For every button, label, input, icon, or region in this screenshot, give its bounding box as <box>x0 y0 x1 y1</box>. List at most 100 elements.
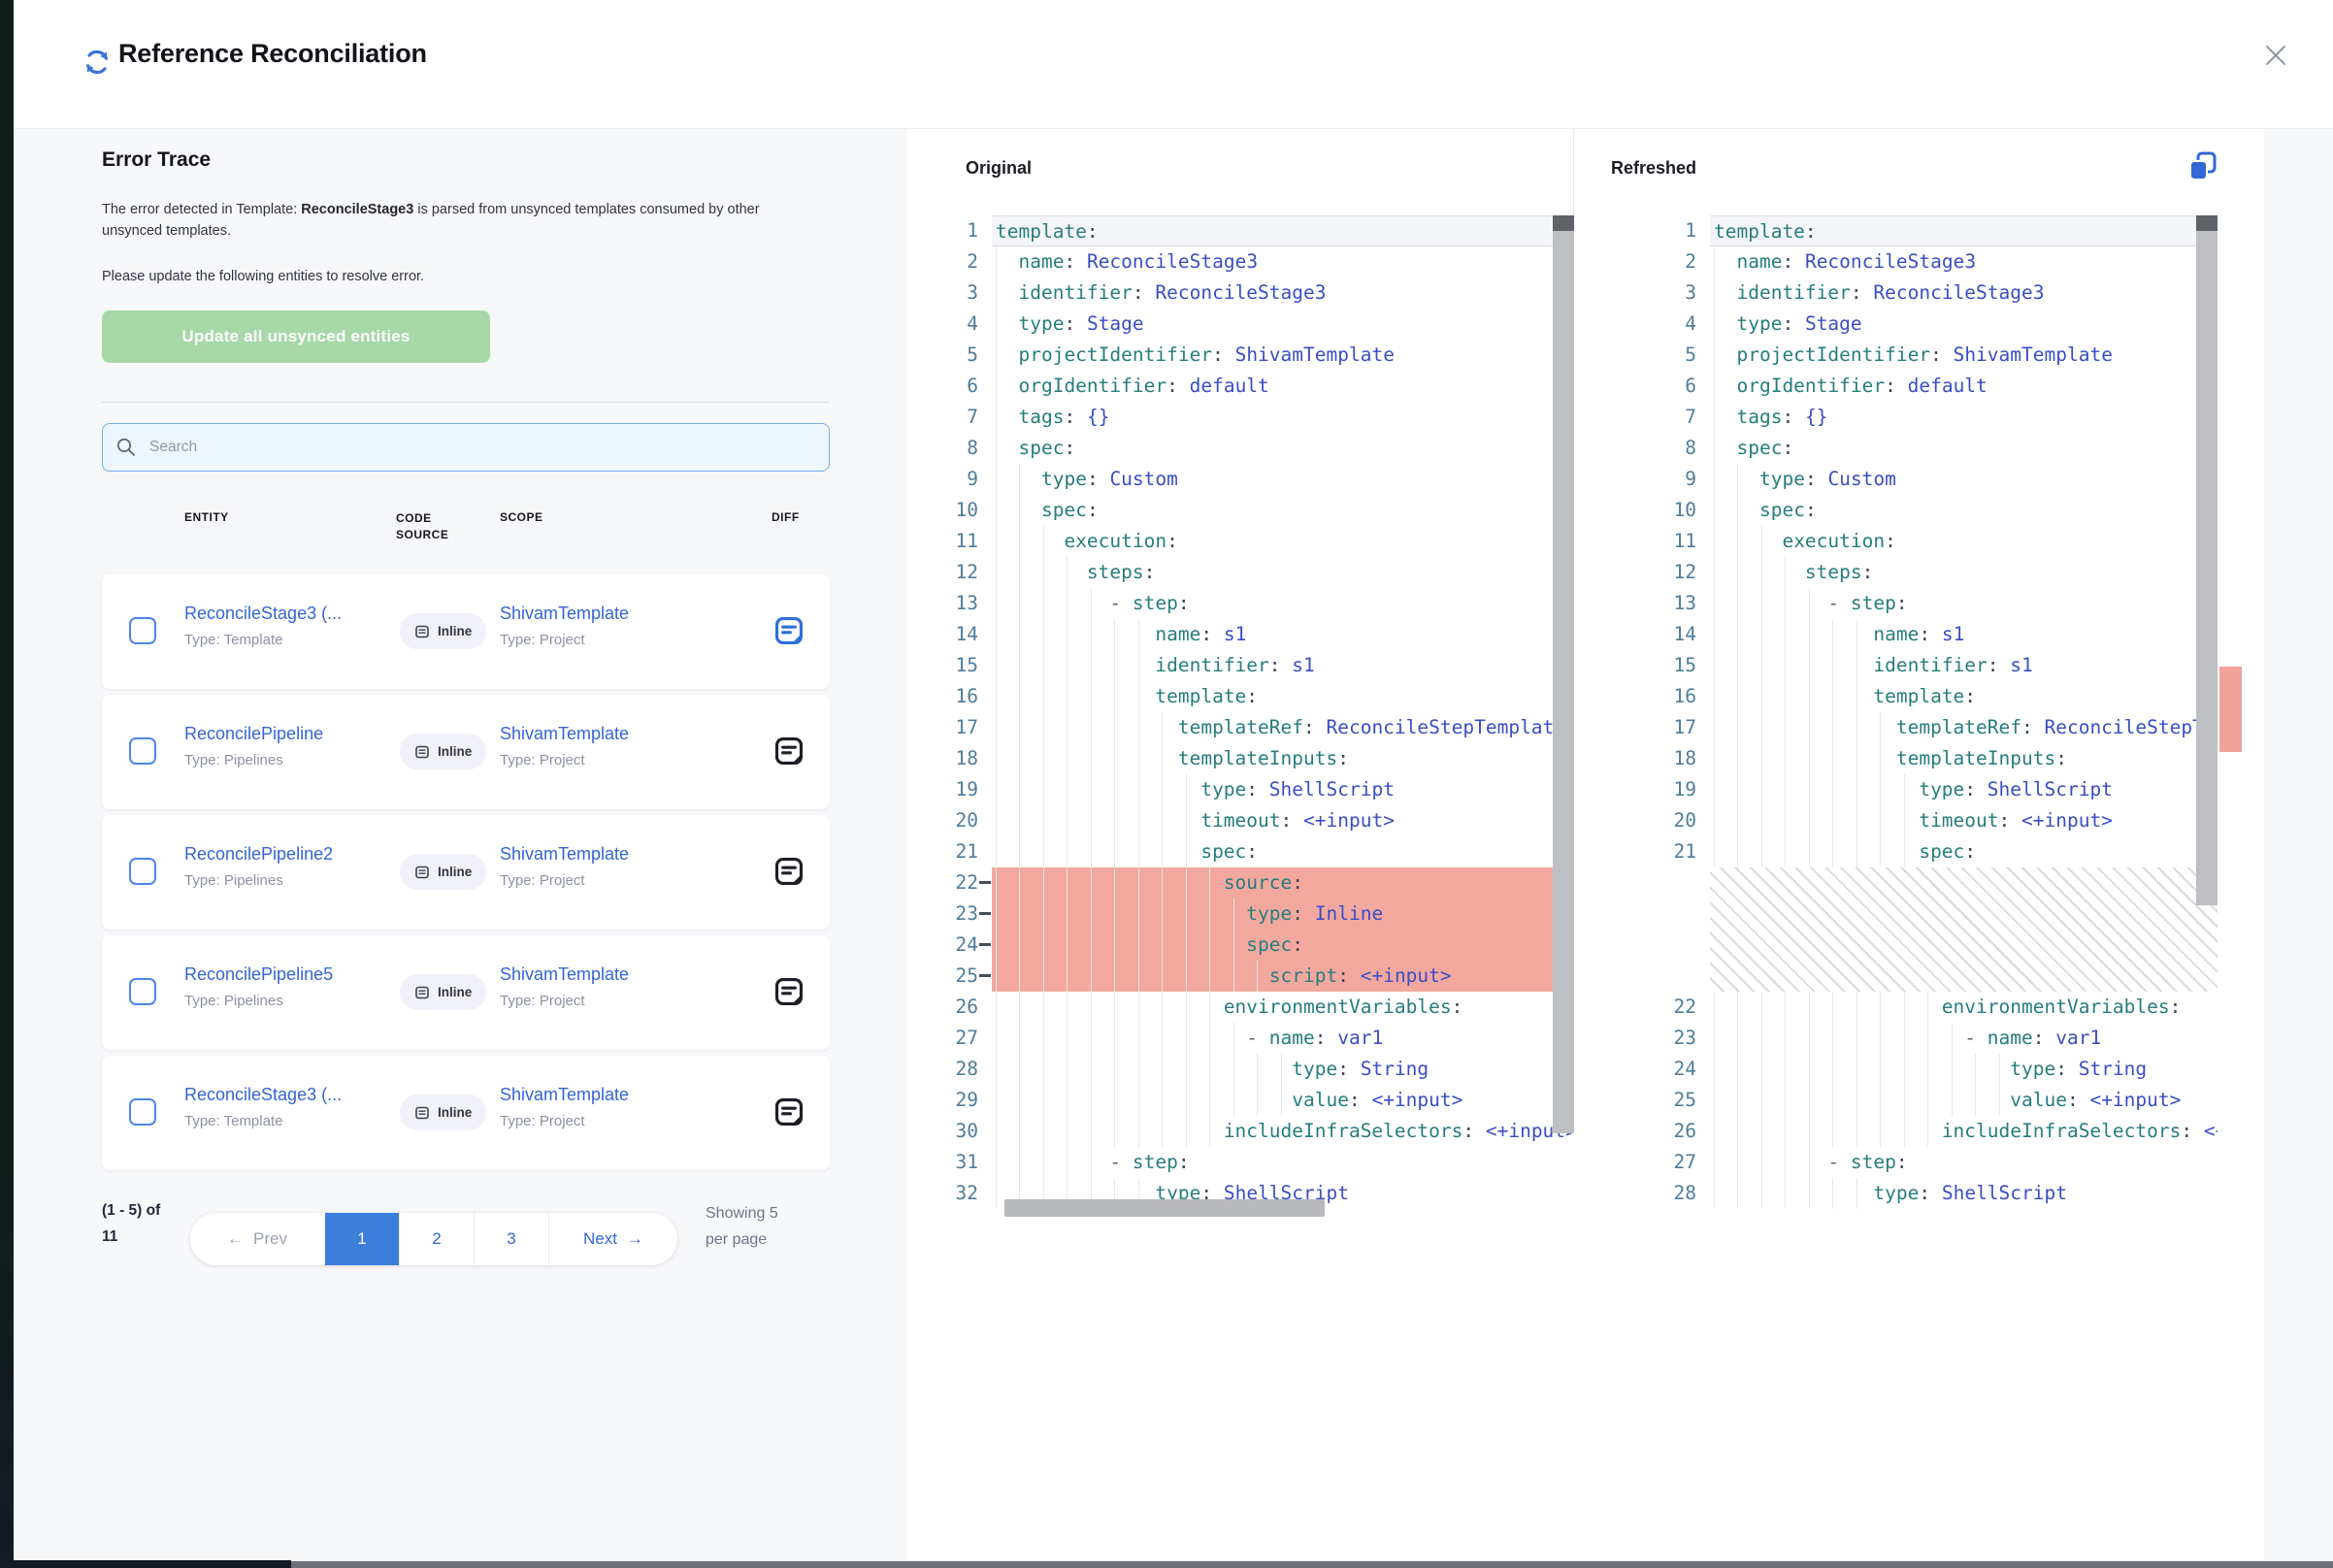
original-horizontal-scrollbar[interactable] <box>1004 1199 1325 1217</box>
code-line: 3 identifier: ReconcileStage3 <box>1650 278 2218 309</box>
code-text: orgIdentifier: default <box>1710 371 2218 402</box>
code-line: 23 - name: var1 <box>1650 1023 2218 1054</box>
pagination-prev-button[interactable]: ← Prev <box>190 1213 324 1265</box>
indent-guides <box>1714 681 1880 712</box>
line-number: 13 <box>1650 588 1710 619</box>
pagination: ← Prev 1 2 3 Next → <box>190 1213 677 1265</box>
indent-guides <box>996 774 1209 805</box>
line-number: 28 <box>932 1054 992 1085</box>
code-line: 24 type: String <box>1650 1054 2218 1085</box>
line-number: 7 <box>1650 402 1710 433</box>
row-checkbox[interactable] <box>129 858 156 885</box>
scope-link[interactable]: ShivamTemplate <box>500 1085 629 1105</box>
line-number: 30 <box>932 1116 992 1147</box>
line-number: 10 <box>1650 495 1710 526</box>
indent-guides <box>1714 402 1737 433</box>
code-text: - step: <box>1710 1147 2218 1178</box>
background-bottom-strip <box>0 1560 291 1568</box>
indent-guides <box>996 340 1019 371</box>
column-header-entity: ENTITY <box>184 510 229 524</box>
code-line: 29 value: <+input> <box>932 1085 1574 1116</box>
entity-link[interactable]: ReconcileStage3 (... <box>184 1085 342 1105</box>
entity-link[interactable]: ReconcilePipeline <box>184 724 323 744</box>
scope-link[interactable]: ShivamTemplate <box>500 964 629 985</box>
diff-note-icon[interactable] <box>772 735 805 768</box>
scope-link[interactable]: ShivamTemplate <box>500 844 629 865</box>
scrollbar-thumb[interactable] <box>2196 231 2218 905</box>
code-line: 28 type: String <box>932 1054 1574 1085</box>
line-number: 9 <box>1650 464 1710 495</box>
line-number: 10 <box>932 495 992 526</box>
diff-note-icon[interactable] <box>772 975 805 1008</box>
code-line: 10 spec: <box>932 495 1574 526</box>
entity-cell: ReconcilePipeline2Type: Pipelines <box>184 844 333 889</box>
indent-guides <box>1714 650 1880 681</box>
row-checkbox[interactable] <box>129 737 156 765</box>
update-all-unsynced-entities-button[interactable]: Update all unsynced entities <box>102 310 490 363</box>
code-text: steps: <box>992 557 1574 588</box>
entity-type-label: Type: Pipelines <box>184 752 323 768</box>
indent-guides <box>996 1054 1304 1085</box>
diff-note-icon[interactable] <box>772 855 805 888</box>
code-line: 11 execution: <box>1650 526 2218 557</box>
refreshed-vertical-scrollbar[interactable] <box>2196 215 2218 1218</box>
line-number: 2 <box>1650 246 1710 278</box>
row-checkbox[interactable] <box>129 617 156 644</box>
line-number: 15 <box>1650 650 1710 681</box>
code-text: spec: <box>1710 495 2218 526</box>
entity-link[interactable]: ReconcileStage3 (... <box>184 604 342 624</box>
indent-guides <box>996 650 1162 681</box>
pagination-page-3[interactable]: 3 <box>474 1213 548 1265</box>
pagination-page-2[interactable]: 2 <box>399 1213 474 1265</box>
code-text: type: Custom <box>992 464 1574 495</box>
code-source-label: Inline <box>438 1105 472 1120</box>
code-text: timeout: <+input> <box>992 805 1574 836</box>
line-number: 25 <box>932 961 992 992</box>
code-text: template: <box>1710 681 2218 712</box>
row-checkbox[interactable] <box>129 978 156 1005</box>
indent-guides <box>1714 836 1927 867</box>
line-number: 21 <box>932 836 992 867</box>
table-row: ReconcilePipeline5Type: PipelinesInlineS… <box>102 935 830 1050</box>
table-row: ReconcileStage3 (...Type: TemplateInline… <box>102 574 830 689</box>
code-text: spec: <box>1710 433 2218 464</box>
line-number: 20 <box>932 805 992 836</box>
code-line: 19 type: ShellScript <box>1650 774 2218 805</box>
copy-icon[interactable] <box>2186 150 2219 185</box>
scrollbar-thumb[interactable] <box>1553 231 1574 1133</box>
line-number: 7 <box>932 402 992 433</box>
entity-link[interactable]: ReconcilePipeline5 <box>184 964 333 985</box>
pagination-next-button[interactable]: Next → <box>548 1213 677 1265</box>
line-number: 17 <box>932 712 992 743</box>
line-number: 5 <box>1650 340 1710 371</box>
pagination-page-1[interactable]: 1 <box>324 1213 399 1265</box>
line-number: 19 <box>1650 774 1710 805</box>
diff-note-icon[interactable] <box>772 1095 805 1128</box>
code-text: - name: var1 <box>992 1023 1574 1054</box>
code-text: identifier: s1 <box>1710 650 2218 681</box>
scope-link[interactable]: ShivamTemplate <box>500 604 629 624</box>
diff-note-icon[interactable] <box>772 614 805 647</box>
column-header-diff: DIFF <box>772 510 800 524</box>
close-icon[interactable] <box>2262 42 2289 69</box>
error-trace-panel: Error Trace The error detected in Templa… <box>14 129 907 1560</box>
code-line: 20 timeout: <+input> <box>932 805 1574 836</box>
indent-guides <box>996 712 1186 743</box>
table-row: ReconcilePipelineType: PipelinesInlineSh… <box>102 695 830 809</box>
code-line: 14 name: s1 <box>932 619 1574 650</box>
code-line: 9 type: Custom <box>1650 464 2218 495</box>
scope-link[interactable]: ShivamTemplate <box>500 724 629 744</box>
inline-storage-icon <box>414 1105 430 1121</box>
row-checkbox[interactable] <box>129 1098 156 1126</box>
refreshed-code-pane: 1template:2 name: ReconcileStage33 ident… <box>1650 215 2218 1218</box>
indent-guides <box>1714 495 1761 526</box>
search-input[interactable] <box>102 423 830 472</box>
background-horizontal-scrollbar[interactable] <box>291 1561 2333 1568</box>
indent-guides <box>1714 619 1880 650</box>
code-line: 14 name: s1 <box>1650 619 2218 650</box>
error-trace-heading: Error Trace <box>102 148 211 172</box>
line-number: 3 <box>932 278 992 309</box>
entity-link[interactable]: ReconcilePipeline2 <box>184 844 333 865</box>
code-line: 12 steps: <box>932 557 1574 588</box>
original-vertical-scrollbar[interactable] <box>1553 215 1574 1218</box>
